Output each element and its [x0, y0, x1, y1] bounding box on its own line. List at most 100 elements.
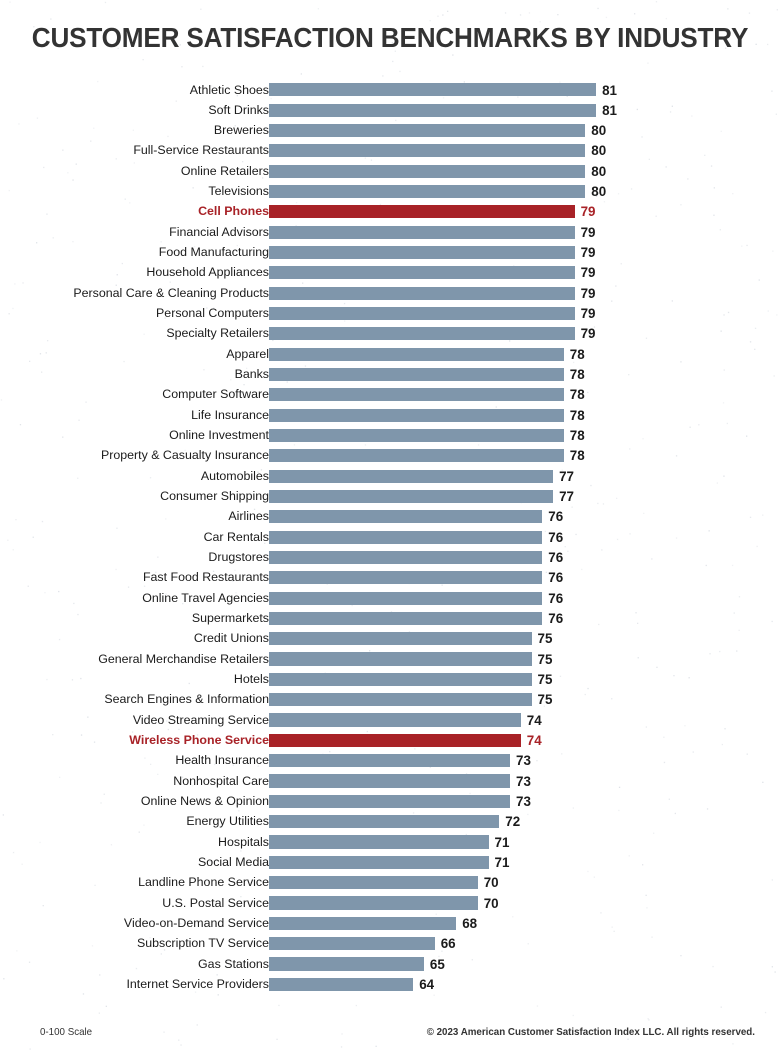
bar-category-label: Airlines — [228, 509, 269, 524]
bar-track — [269, 571, 543, 585]
bar-row: Property & Casualty Insurance 78 — [0, 446, 780, 466]
bar-value-label: 78 — [569, 448, 585, 464]
bar-row: Nonhospital Care 73 — [0, 771, 780, 791]
bar-value-label: 75 — [537, 651, 553, 667]
bar-value-label: 65 — [429, 956, 445, 972]
bar-value-label: 77 — [559, 489, 574, 505]
bar-track — [269, 123, 586, 138]
bar-track — [269, 855, 489, 869]
bar-row: Subscription TV Service 66 — [0, 934, 780, 954]
bar-fill — [269, 957, 424, 971]
bar-track — [269, 388, 564, 402]
bar-fill — [269, 693, 532, 707]
bar-category-label: Video-on-Demand Service — [123, 915, 269, 930]
bar-fill — [269, 205, 575, 219]
bar-value-label: 78 — [569, 428, 585, 444]
bar-category-label: Cell Phones — [198, 204, 269, 219]
bar-row: Personal Care & Cleaning Products 79 — [0, 283, 780, 303]
bar-fill — [269, 103, 597, 117]
bar-category-label: Health Insurance — [175, 753, 269, 768]
bar-value-label: 79 — [580, 285, 596, 301]
bar-category-label: Life Insurance — [191, 407, 269, 422]
bar-row: Specialty Retailers 79 — [0, 324, 780, 344]
bar-track — [269, 469, 554, 483]
bar-category-label: Online News & Opinion — [140, 793, 269, 808]
bar-value-label: 70 — [483, 875, 499, 891]
bar-category-label: Financial Advisors — [169, 224, 269, 239]
bar-track — [269, 591, 543, 605]
bar-value-label: 72 — [505, 814, 521, 830]
bar-fill — [269, 266, 575, 280]
bar-category-label: Specialty Retailers — [166, 326, 269, 341]
bar-fill — [269, 184, 586, 199]
bar-track — [269, 916, 457, 930]
bar-row: Car Rentals 76 — [0, 527, 780, 547]
bar-category-label: Apparel — [226, 346, 269, 361]
bar-row: Food Manufacturing 79 — [0, 243, 780, 263]
bar-track — [269, 327, 575, 341]
bar-category-label: Wireless Phone Service — [129, 733, 269, 747]
bar-category-label: Car Rentals — [203, 529, 269, 544]
bar-fill — [269, 245, 575, 260]
bar-row: Gas Stations 65 — [0, 954, 780, 974]
bar-category-label: Automobiles — [200, 468, 269, 483]
bar-category-label: Fast Food Restaurants — [142, 570, 269, 585]
bar-value-label: 81 — [602, 82, 617, 98]
bar-fill — [269, 896, 478, 910]
bar-value-label: 76 — [548, 590, 564, 606]
bar-value-label: 80 — [591, 163, 607, 179]
bar-track — [269, 489, 554, 504]
bar-row: Search Engines & Information 75 — [0, 690, 780, 710]
bar-fill — [269, 937, 435, 951]
bar-row: U.S. Postal Service 70 — [0, 893, 780, 913]
bar-track — [269, 205, 575, 219]
bar-track — [269, 672, 532, 686]
bar-row: Internet Service Providers 64 — [0, 974, 780, 994]
bar-fill — [269, 164, 586, 178]
bar-value-label: 66 — [440, 936, 456, 952]
bar-row: Banks 78 — [0, 365, 780, 385]
bar-fill — [269, 815, 500, 829]
bar-track — [269, 184, 586, 199]
bar-value-label: 68 — [462, 915, 478, 931]
bar-fill — [269, 306, 575, 321]
bar-row: Apparel 78 — [0, 344, 780, 364]
bar-value-label: 78 — [569, 387, 585, 403]
bar-track — [269, 286, 575, 300]
bar-category-label: Landline Phone Service — [138, 875, 269, 890]
bar-category-label: Personal Care & Cleaning Products — [73, 285, 269, 300]
chart-title: CUSTOMER SATISFACTION BENCHMARKS BY INDU… — [31, 22, 749, 53]
bar-row: Drugstores 76 — [0, 548, 780, 568]
bar-track — [269, 510, 543, 524]
bar-row: Credit Unions 75 — [0, 629, 780, 649]
bar-fill — [269, 754, 510, 768]
bar-category-label: Search Engines & Information — [104, 692, 269, 707]
bar-value-label: 76 — [548, 611, 564, 627]
bar-value-label: 73 — [516, 773, 531, 789]
bar-row: Online News & Opinion 73 — [0, 791, 780, 811]
bar-fill — [269, 388, 564, 402]
bar-row: Fast Food Restaurants 76 — [0, 568, 780, 588]
bar-value-label: 76 — [548, 509, 564, 525]
bar-row: Supermarkets 76 — [0, 609, 780, 629]
bar-value-label: 77 — [559, 468, 574, 484]
bar-value-label: 80 — [591, 123, 607, 139]
bar-fill — [269, 916, 457, 930]
bar-value-label: 80 — [591, 184, 607, 200]
bar-value-label: 74 — [526, 733, 542, 748]
bar-value-label: 76 — [548, 570, 564, 586]
bar-value-label: 73 — [516, 793, 531, 809]
bar-row: Online Travel Agencies 76 — [0, 588, 780, 608]
bar-category-label: Personal Computers — [156, 306, 269, 321]
bar-fill — [269, 713, 521, 727]
bar-value-label: 81 — [602, 102, 617, 118]
bar-row: Household Appliances 79 — [0, 263, 780, 283]
bar-track — [269, 632, 532, 646]
bar-category-label: Athletic Shoes — [189, 82, 269, 97]
bar-value-label: 75 — [537, 631, 553, 647]
bar-category-label: Hotels — [233, 672, 269, 687]
bar-row: Televisions 80 — [0, 182, 780, 202]
bar-category-label: Internet Service Providers — [126, 976, 269, 991]
bar-category-label: Computer Software — [162, 387, 269, 402]
bar-value-label: 79 — [580, 326, 596, 342]
